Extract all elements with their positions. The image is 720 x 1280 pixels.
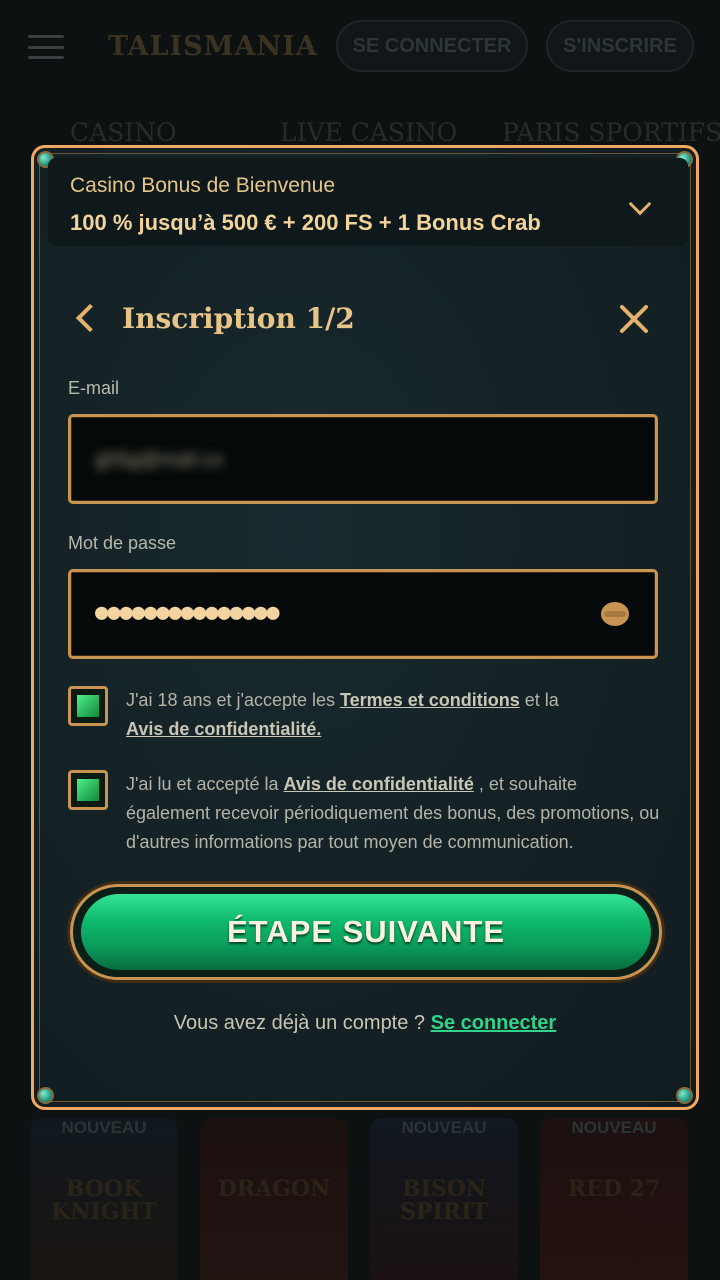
game-card[interactable]: NOUVEAU RED 27: [540, 1118, 688, 1280]
login-prompt-text: Vous avez déjà un compte ?: [173, 1012, 431, 1034]
next-step-button-face[interactable]: ÉTAPE SUIVANTE: [81, 894, 651, 970]
next-step-button[interactable]: ÉTAPE SUIVANTE: [70, 884, 662, 980]
close-icon[interactable]: [618, 302, 650, 334]
modal-header: Inscription 1/2: [34, 298, 696, 344]
login-link[interactable]: Se connecter: [431, 1012, 557, 1034]
nav-tab-paris-sportifs[interactable]: PARIS SPORTIFS: [502, 118, 720, 147]
terms-checkbox[interactable]: [68, 686, 108, 726]
privacy-link[interactable]: Avis de confidentialité: [284, 774, 474, 794]
top-bar: TALISMANIA SE CONNECTER S'INSCRIRE: [0, 0, 720, 92]
game-title: BOOK KNIGHT: [51, 1176, 157, 1226]
welcome-bonus-dropdown[interactable]: Casino Bonus de Bienvenue 100 % jusqu’à …: [48, 158, 688, 246]
game-tag: NOUVEAU: [401, 1118, 487, 1137]
site-logo[interactable]: TALISMANIA: [108, 31, 318, 62]
consent-text: J'ai lu et accepté la: [126, 774, 284, 794]
game-title: RED 27: [567, 1176, 661, 1202]
password-field[interactable]: ●●●●●●●●●●●●●●●: [68, 569, 658, 659]
header-signup-button[interactable]: S'INSCRIRE: [546, 20, 694, 72]
header-login-button[interactable]: SE CONNECTER: [336, 20, 528, 72]
email-value: gh5g@mail.co: [95, 449, 224, 471]
terms-link[interactable]: Termes et conditions: [340, 690, 520, 710]
game-list: NOUVEAU BOOK KNIGHT DRAGON NOUVEAU BISON…: [30, 1118, 720, 1280]
game-card[interactable]: NOUVEAU BISON SPIRIT: [370, 1118, 518, 1280]
game-tag: NOUVEAU: [571, 1118, 657, 1137]
password-label: Mot de passe: [68, 533, 177, 553]
email-field[interactable]: gh5g@mail.co: [68, 414, 658, 504]
consent-text: J'ai 18 ans et j'accepte les: [126, 690, 340, 710]
back-arrow-icon[interactable]: [75, 303, 105, 333]
next-step-label: ÉTAPE SUIVANTE: [226, 914, 506, 949]
menu-icon[interactable]: [28, 35, 64, 59]
consent-text: et la: [519, 690, 559, 710]
page-title: Inscription 1/2: [122, 302, 355, 335]
terms-consent-text: J'ai 18 ans et j'accepte les Termes et c…: [126, 686, 666, 744]
corner-gem-icon: [678, 1089, 691, 1102]
bonus-offer: 100 % jusqu’à 500 € + 200 FS + 1 Bonus C…: [70, 210, 541, 235]
privacy-link[interactable]: Avis de confidentialité.: [126, 719, 321, 739]
corner-gem-icon: [39, 1089, 52, 1102]
bonus-title: Casino Bonus de Bienvenue: [70, 174, 336, 197]
marketing-checkbox[interactable]: [68, 770, 108, 810]
marketing-consent-text: J'ai lu et accepté la Avis de confidenti…: [126, 770, 666, 857]
game-title: BISON SPIRIT: [400, 1176, 488, 1226]
registration-modal: Casino Bonus de Bienvenue 100 % jusqu’à …: [31, 145, 699, 1110]
game-card[interactable]: DRAGON: [200, 1118, 348, 1280]
login-prompt: Vous avez déjà un compte ? Se connecter: [34, 1012, 696, 1035]
password-value: ●●●●●●●●●●●●●●●: [95, 600, 280, 625]
nav-tab-live-casino[interactable]: LIVE CASINO: [280, 118, 457, 147]
nav-tab-casino[interactable]: CASINO: [70, 118, 177, 147]
show-password-eye-icon[interactable]: [601, 602, 629, 626]
email-label: E-mail: [68, 378, 120, 398]
game-card[interactable]: NOUVEAU BOOK KNIGHT: [30, 1118, 178, 1280]
game-title: DRAGON: [217, 1176, 331, 1202]
game-tag: NOUVEAU: [61, 1118, 147, 1137]
chevron-down-icon[interactable]: [628, 192, 652, 216]
